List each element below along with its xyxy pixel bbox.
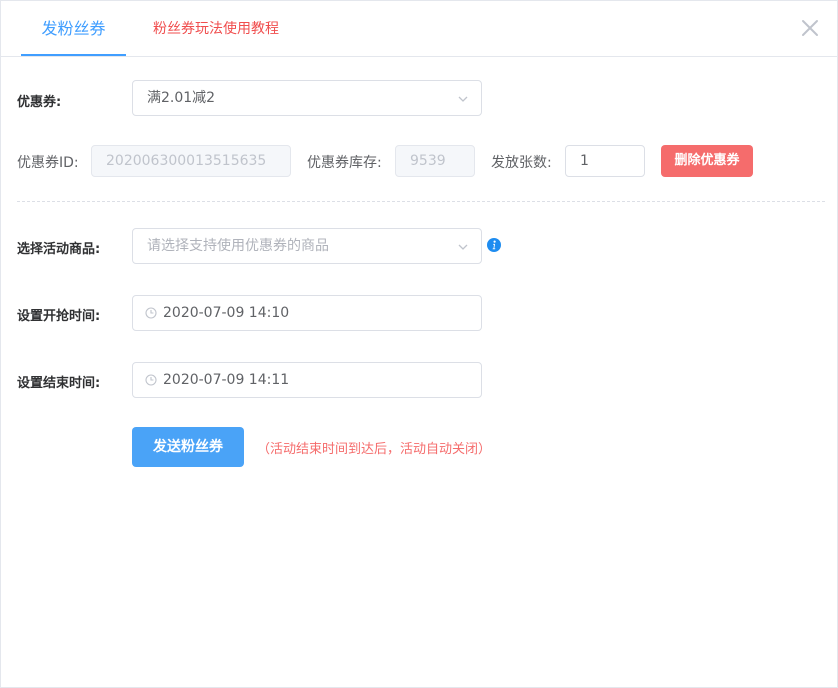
delete-coupon-button[interactable]: 删除优惠券 bbox=[661, 145, 753, 177]
chevron-down-icon bbox=[458, 96, 468, 102]
tab-bar: 发粉丝券 粉丝券玩法使用教程 bbox=[1, 1, 837, 57]
fan-coupon-dialog: 发粉丝券 粉丝券玩法使用教程 优惠券: 满2.01减2 优惠券ID: 20200… bbox=[0, 0, 838, 688]
coupon-id-value: 202006300013515635 bbox=[106, 153, 267, 169]
product-placeholder: 请选择支持使用优惠券的商品 bbox=[147, 238, 329, 254]
coupon-stock-label: 优惠券库存: bbox=[307, 155, 382, 171]
active-tab-indicator bbox=[21, 54, 126, 56]
section-divider bbox=[17, 201, 825, 202]
close-icon[interactable] bbox=[801, 19, 819, 37]
tab-send-coupon-label: 发粉丝券 bbox=[41, 19, 106, 38]
tab-send-coupon[interactable]: 发粉丝券 bbox=[21, 1, 126, 56]
coupon-id-field: 202006300013515635 bbox=[91, 145, 291, 177]
product-label: 选择活动商品: bbox=[17, 242, 101, 257]
end-time-value: 2020-07-09 14:11 bbox=[163, 372, 290, 388]
info-icon[interactable] bbox=[487, 238, 501, 252]
start-time-label: 设置开抢时间: bbox=[17, 309, 101, 324]
clock-icon bbox=[145, 307, 157, 319]
start-time-picker[interactable]: 2020-07-09 14:10 bbox=[132, 295, 482, 331]
coupon-stock-field: 9539 bbox=[395, 145, 475, 177]
coupon-selected-value: 满2.01减2 bbox=[147, 90, 216, 106]
clock-icon bbox=[145, 374, 157, 386]
start-time-value: 2020-07-09 14:10 bbox=[163, 305, 290, 321]
quantity-input[interactable]: 1 bbox=[565, 145, 645, 177]
coupon-label: 优惠券: bbox=[17, 95, 62, 110]
end-time-label: 设置结束时间: bbox=[17, 376, 101, 391]
product-select[interactable]: 请选择支持使用优惠券的商品 bbox=[132, 228, 482, 264]
coupon-id-label: 优惠券ID: bbox=[17, 155, 79, 171]
quantity-label: 发放张数: bbox=[491, 155, 552, 171]
coupon-select[interactable]: 满2.01减2 bbox=[132, 80, 482, 116]
send-coupon-button[interactable]: 发送粉丝券 bbox=[132, 427, 244, 467]
tab-tutorial-label: 粉丝券玩法使用教程 bbox=[153, 21, 279, 37]
coupon-stock-value: 9539 bbox=[410, 153, 446, 169]
tab-tutorial[interactable]: 粉丝券玩法使用教程 bbox=[153, 1, 279, 55]
quantity-value: 1 bbox=[580, 153, 589, 169]
chevron-down-icon bbox=[458, 244, 468, 250]
send-note: （活动结束时间到达后，活动自动关闭） bbox=[257, 442, 492, 457]
end-time-picker[interactable]: 2020-07-09 14:11 bbox=[132, 362, 482, 398]
